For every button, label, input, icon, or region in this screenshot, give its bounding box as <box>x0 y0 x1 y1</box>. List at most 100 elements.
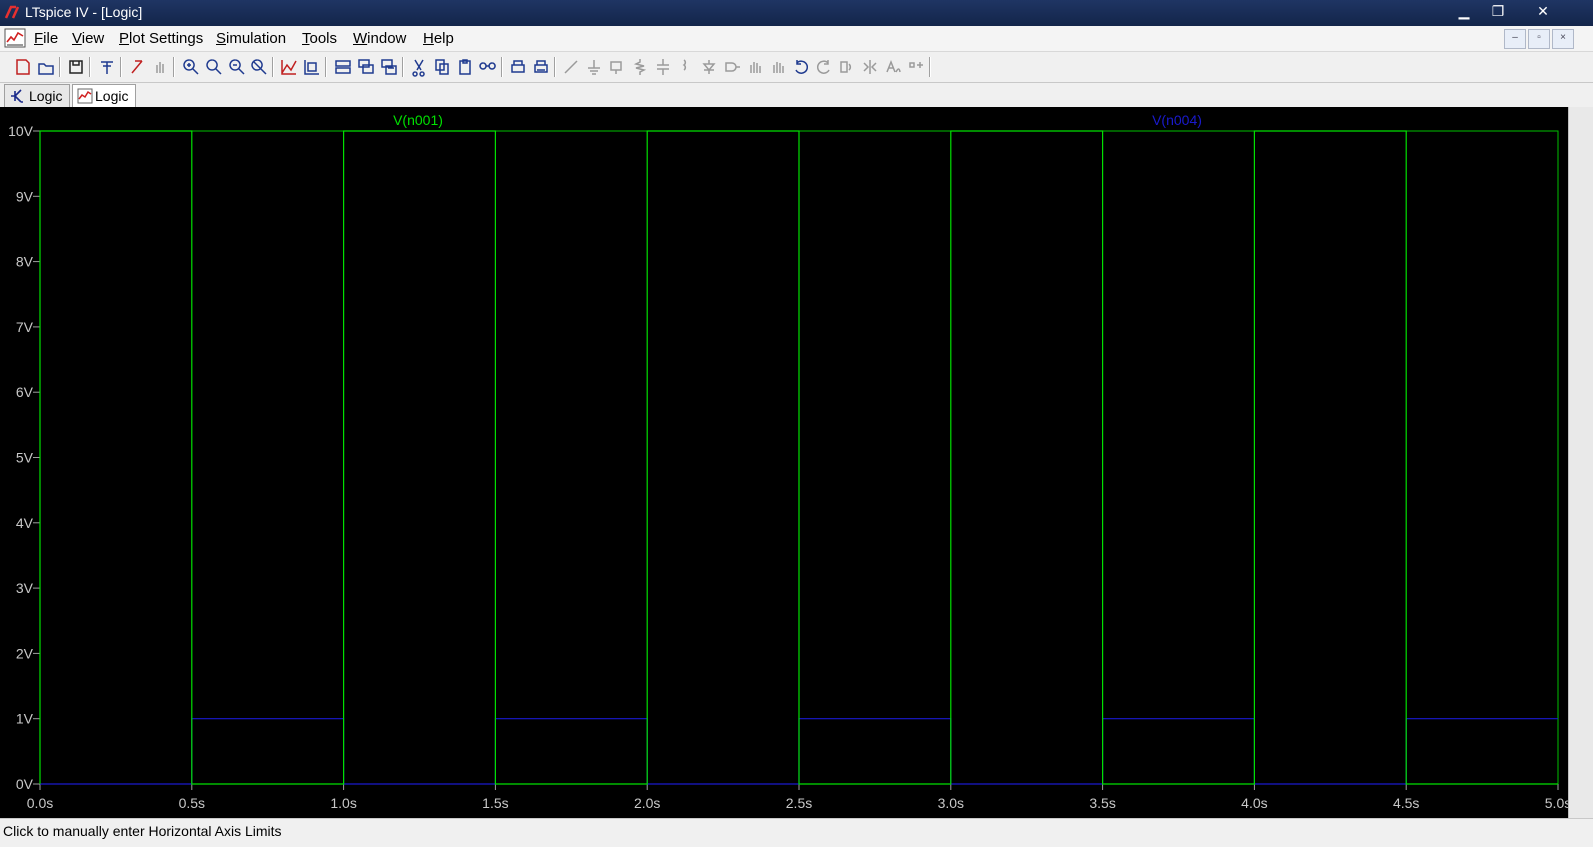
mdi-restore-button[interactable]: ▫ <box>1528 29 1550 49</box>
redo-icon[interactable] <box>814 57 834 77</box>
toolbar-separator <box>173 57 175 77</box>
waveform-plot-pane[interactable]: 0V 1V 2V 3V 4V 5V 6V 7V 8V 9V 10V 0.0s 0.5s 1.0s 1.5s 2… <box>0 107 1571 818</box>
menu-plot-settings[interactable]: Plot Settings <box>119 30 203 47</box>
drag-icon[interactable] <box>768 57 788 77</box>
control-panel-icon[interactable] <box>97 57 117 77</box>
cascade-icon[interactable] <box>356 57 376 77</box>
x-tick-label: 0.5s <box>179 795 205 811</box>
rotate-icon[interactable] <box>837 57 857 77</box>
menu-tools-label: ools <box>309 30 338 47</box>
zoom-fit-icon[interactable] <box>249 57 269 77</box>
menu-help[interactable]: Help <box>423 30 454 47</box>
zoom-out-icon[interactable] <box>227 57 247 77</box>
plot-background <box>0 107 1568 818</box>
undo-icon[interactable] <box>791 57 811 77</box>
capacitor-icon[interactable] <box>653 57 673 77</box>
menu-simulation[interactable]: Simulation <box>216 30 286 47</box>
new-schematic-icon[interactable] <box>13 57 33 77</box>
menu-view[interactable]: View <box>72 30 104 47</box>
menu-help-label: elp <box>433 30 454 47</box>
window-titlebar: LTspice IV - [Logic] ▁ ❐ ✕ <box>0 0 1593 26</box>
x-tick-label: 2.5s <box>786 795 812 811</box>
menu-bar: File View Plot Settings Simulation Tools… <box>0 26 1593 52</box>
menu-file[interactable]: File <box>34 30 58 47</box>
menu-window[interactable]: Window <box>353 30 406 47</box>
y-tick-label: 0V <box>16 776 34 792</box>
menu-simulation-mnemonic: S <box>216 30 227 47</box>
spice-directive-icon[interactable] <box>906 57 926 77</box>
mdi-minimize-button[interactable]: – <box>1504 29 1526 49</box>
y-tick-label: 2V <box>16 645 34 661</box>
menu-simulation-label: imulation <box>226 30 287 47</box>
print-setup-icon[interactable] <box>508 57 528 77</box>
maximize-window-button[interactable]: ❐ <box>1481 0 1515 22</box>
tile-horizontal-icon[interactable] <box>333 57 353 77</box>
mdi-close-button[interactable]: × <box>1552 29 1574 49</box>
x-tick-label: 1.5s <box>482 795 508 811</box>
close-window-button[interactable]: ✕ <box>1523 0 1563 22</box>
waveform-icon <box>77 88 93 104</box>
waveform-app-icon[interactable] <box>4 28 26 48</box>
toolbar-separator <box>501 57 503 77</box>
wire-icon[interactable] <box>561 57 581 77</box>
status-text: Click to manually enter Horizontal Axis … <box>3 823 282 839</box>
zoom-in-icon[interactable] <box>181 57 201 77</box>
trace-label: V(n001) <box>393 112 443 128</box>
x-tick-label: 3.0s <box>938 795 964 811</box>
toolbar-separator <box>554 57 556 77</box>
y-tick-label: 1V <box>16 711 34 727</box>
menu-view-label: iew <box>81 30 105 47</box>
toolbar-separator <box>89 57 91 77</box>
diode-icon[interactable] <box>699 57 719 77</box>
x-tick-label: 4.5s <box>1393 795 1419 811</box>
toolbar-separator <box>402 57 404 77</box>
y-tick-label: 5V <box>16 450 34 466</box>
document-tabs: Logic Logic <box>0 83 1593 108</box>
x-tick-label: 5.0s <box>1545 795 1568 811</box>
tab-waveform-logic[interactable]: Logic <box>72 84 136 108</box>
menu-view-mnemonic: V <box>72 30 82 47</box>
tab-waveform-label: Logic <box>95 88 129 104</box>
run-icon[interactable] <box>127 57 147 77</box>
autorange-icon[interactable] <box>279 57 299 77</box>
y-tick-label: 8V <box>16 254 34 270</box>
print-icon[interactable] <box>531 57 551 77</box>
zoom-area-icon[interactable] <box>204 57 224 77</box>
tab-schematic-logic[interactable]: Logic <box>4 84 70 108</box>
open-icon[interactable] <box>36 57 56 77</box>
x-tick-label: 4.0s <box>1241 795 1267 811</box>
mirror-icon[interactable] <box>860 57 880 77</box>
tile-vertical-icon[interactable] <box>379 57 399 77</box>
menu-tools[interactable]: Tools <box>302 30 337 47</box>
menu-plot-settings-label: lot Settings <box>129 30 204 47</box>
text-icon[interactable] <box>883 57 903 77</box>
save-icon[interactable] <box>66 57 86 77</box>
pan-hand-icon[interactable] <box>150 57 170 77</box>
ground-icon[interactable] <box>584 57 604 77</box>
move-icon[interactable] <box>745 57 765 77</box>
toolbar <box>0 52 1593 83</box>
x-tick-label: 1.0s <box>330 795 356 811</box>
component-icon[interactable] <box>722 57 742 77</box>
menu-file-label: ile <box>43 30 59 47</box>
y-tick-label: 3V <box>16 580 34 596</box>
window-title: LTspice IV - [Logic] <box>25 4 143 20</box>
paste-icon[interactable] <box>455 57 475 77</box>
cut-icon[interactable] <box>409 57 429 77</box>
copy-icon[interactable] <box>432 57 452 77</box>
find-icon[interactable] <box>478 57 498 77</box>
resistor-icon[interactable] <box>630 57 650 77</box>
vertical-scrollbar[interactable] <box>1568 107 1593 818</box>
menu-plot-settings-mnemonic: P <box>119 30 130 47</box>
inductor-icon[interactable] <box>676 57 696 77</box>
label-icon[interactable] <box>607 57 627 77</box>
toolbar-separator <box>272 57 274 77</box>
waveform-plot[interactable]: 0V 1V 2V 3V 4V 5V 6V 7V 8V 9V 10V 0.0s 0.5s 1.0s 1.5s 2… <box>0 107 1571 818</box>
minimize-window-button[interactable]: ▁ <box>1447 0 1481 22</box>
toolbar-separator <box>325 57 327 77</box>
y-tick-label: 4V <box>16 515 34 531</box>
status-bar: Click to manually enter Horizontal Axis … <box>0 818 1593 847</box>
mark-icon[interactable] <box>302 57 322 77</box>
y-tick-label: 9V <box>16 188 34 204</box>
toolbar-separator <box>59 57 61 77</box>
